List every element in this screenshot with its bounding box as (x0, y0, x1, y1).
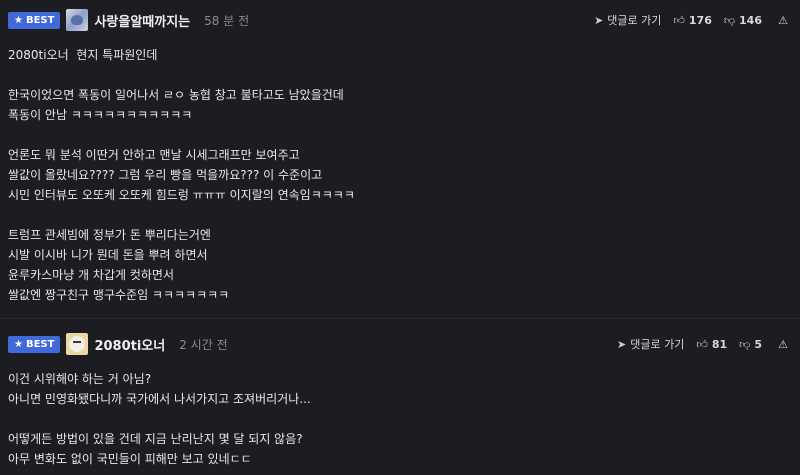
comment-body: 2080ti오너 현지 특파원인데 한국이었으면 폭동이 일어나서 ㄹㅇ 농협 … (8, 45, 790, 305)
comment-line: 시민 인터뷰도 오또케 오또케 힘드렁 ㅠㅠㅠ 이지랄의 연속임ㅋㅋㅋㅋ (8, 188, 355, 202)
go-to-reply-label: 댓글로 가기 (630, 338, 685, 351)
go-to-reply-button[interactable]: ➤ 댓글로 가기 (617, 336, 684, 352)
timestamp: 58 분 전 (204, 13, 250, 28)
dislike-button[interactable]: 👎︎ 5 (739, 338, 762, 351)
go-to-reply-label: 댓글로 가기 (607, 14, 662, 27)
dislike-count: 5 (754, 337, 762, 351)
dislike-button[interactable]: 👎︎ 146 (724, 14, 762, 27)
comment-line: 2080ti오너 현지 특파원인데 (8, 48, 158, 62)
star-icon: ★ (14, 14, 23, 26)
comment-line: 어떻게든 방법이 있을 건데 지금 난리난지 몇 달 되지 않음? (8, 432, 303, 446)
comment-2: ★ BEST 2080ti오너 2 시간 전 ➤ 댓글로 가기 👍︎ 81 👎︎… (0, 318, 800, 475)
comment-header: ★ BEST 2080ti오너 2 시간 전 ➤ 댓글로 가기 👍︎ 81 👎︎… (6, 329, 790, 359)
thumbs-down-icon: 👎︎ (723, 13, 736, 27)
avatar[interactable] (66, 9, 89, 31)
dislike-count: 146 (739, 13, 762, 27)
comment-actions: ➤ 댓글로 가기 👍︎ 176 👎︎ 146 ⚠ (582, 12, 790, 28)
thumbs-down-icon: 👎︎ (739, 337, 751, 351)
best-badge-label: BEST (25, 338, 55, 350)
like-count: 176 (688, 13, 712, 27)
comment-line: 이건 시위해야 하는 거 아님? (8, 372, 152, 386)
send-icon: ➤ (594, 13, 604, 27)
go-to-reply-button[interactable]: ➤ 댓글로 가기 (594, 12, 661, 28)
best-badge: ★ BEST (8, 11, 61, 29)
comment-line: 트럼프 관세빔에 정부가 돈 뿌리다는거엔 (8, 228, 211, 242)
comment-line: 쌀값이 올랐네요???? 그럼 우리 빵을 먹을까요??? 이 수준이고 (8, 168, 323, 182)
star-icon: ★ (14, 338, 23, 350)
comment-header: ★ BEST 사랑을알때까지는 58 분 전 ➤ 댓글로 가기 👍︎ 176 👎… (6, 5, 790, 35)
comment-line: 폭동이 안남 ㅋㅋㅋㅋㅋㅋㅋㅋㅋㅋㅋ (8, 108, 193, 122)
nickname[interactable]: 2080ti오너 (94, 335, 165, 354)
thumbs-up-icon: 👍︎ (673, 13, 685, 27)
like-count: 81 (711, 337, 728, 351)
avatar[interactable] (66, 333, 89, 355)
like-button[interactable]: 👍︎ 176 (673, 14, 711, 27)
thumbs-up-icon: 👍︎ (696, 337, 708, 351)
report-icon[interactable]: ⚠ (776, 338, 790, 351)
best-badge: ★ BEST (8, 335, 61, 353)
best-badge-label: BEST (25, 14, 55, 26)
report-icon[interactable]: ⚠ (776, 14, 790, 27)
comment-actions: ➤ 댓글로 가기 👍︎ 81 👎︎ 5 ⚠ (605, 336, 790, 352)
timestamp: 2 시간 전 (179, 337, 228, 352)
comment-line: 쌀값엔 짱구친구 맹구수준임 ㅋㅋㅋㅋㅋㅋㅋ (8, 288, 230, 302)
like-button[interactable]: 👍︎ 81 (696, 338, 727, 351)
comment-line: 언론도 뭐 분석 이딴거 안하고 맨날 시세그래프만 보여주고 (8, 148, 300, 162)
comment-line: 윤루카스마냥 개 차갑게 컷하면서 (8, 268, 175, 282)
comment-body: 이건 시위해야 하는 거 아님? 아니면 민영화됐다니까 국가에서 나서가지고 … (8, 369, 790, 469)
comment-line: 시발 이시바 니가 뭔데 돈을 뿌려 하면서 (8, 248, 208, 262)
comment-line: 아니면 민영화됐다니까 국가에서 나서가지고 조져버리거나... (8, 392, 311, 406)
nickname[interactable]: 사랑을알때까지는 (94, 11, 190, 30)
comment-1: ★ BEST 사랑을알때까지는 58 분 전 ➤ 댓글로 가기 👍︎ 176 👎… (0, 0, 800, 318)
comment-line: 한국이었으면 폭동이 일어나서 ㄹㅇ 농협 창고 불타고도 남았을건데 (8, 88, 344, 102)
comment-line: 아무 변화도 없이 국민들이 피해만 보고 있네ㄷㄷ (8, 452, 252, 466)
send-icon: ➤ (617, 337, 627, 351)
